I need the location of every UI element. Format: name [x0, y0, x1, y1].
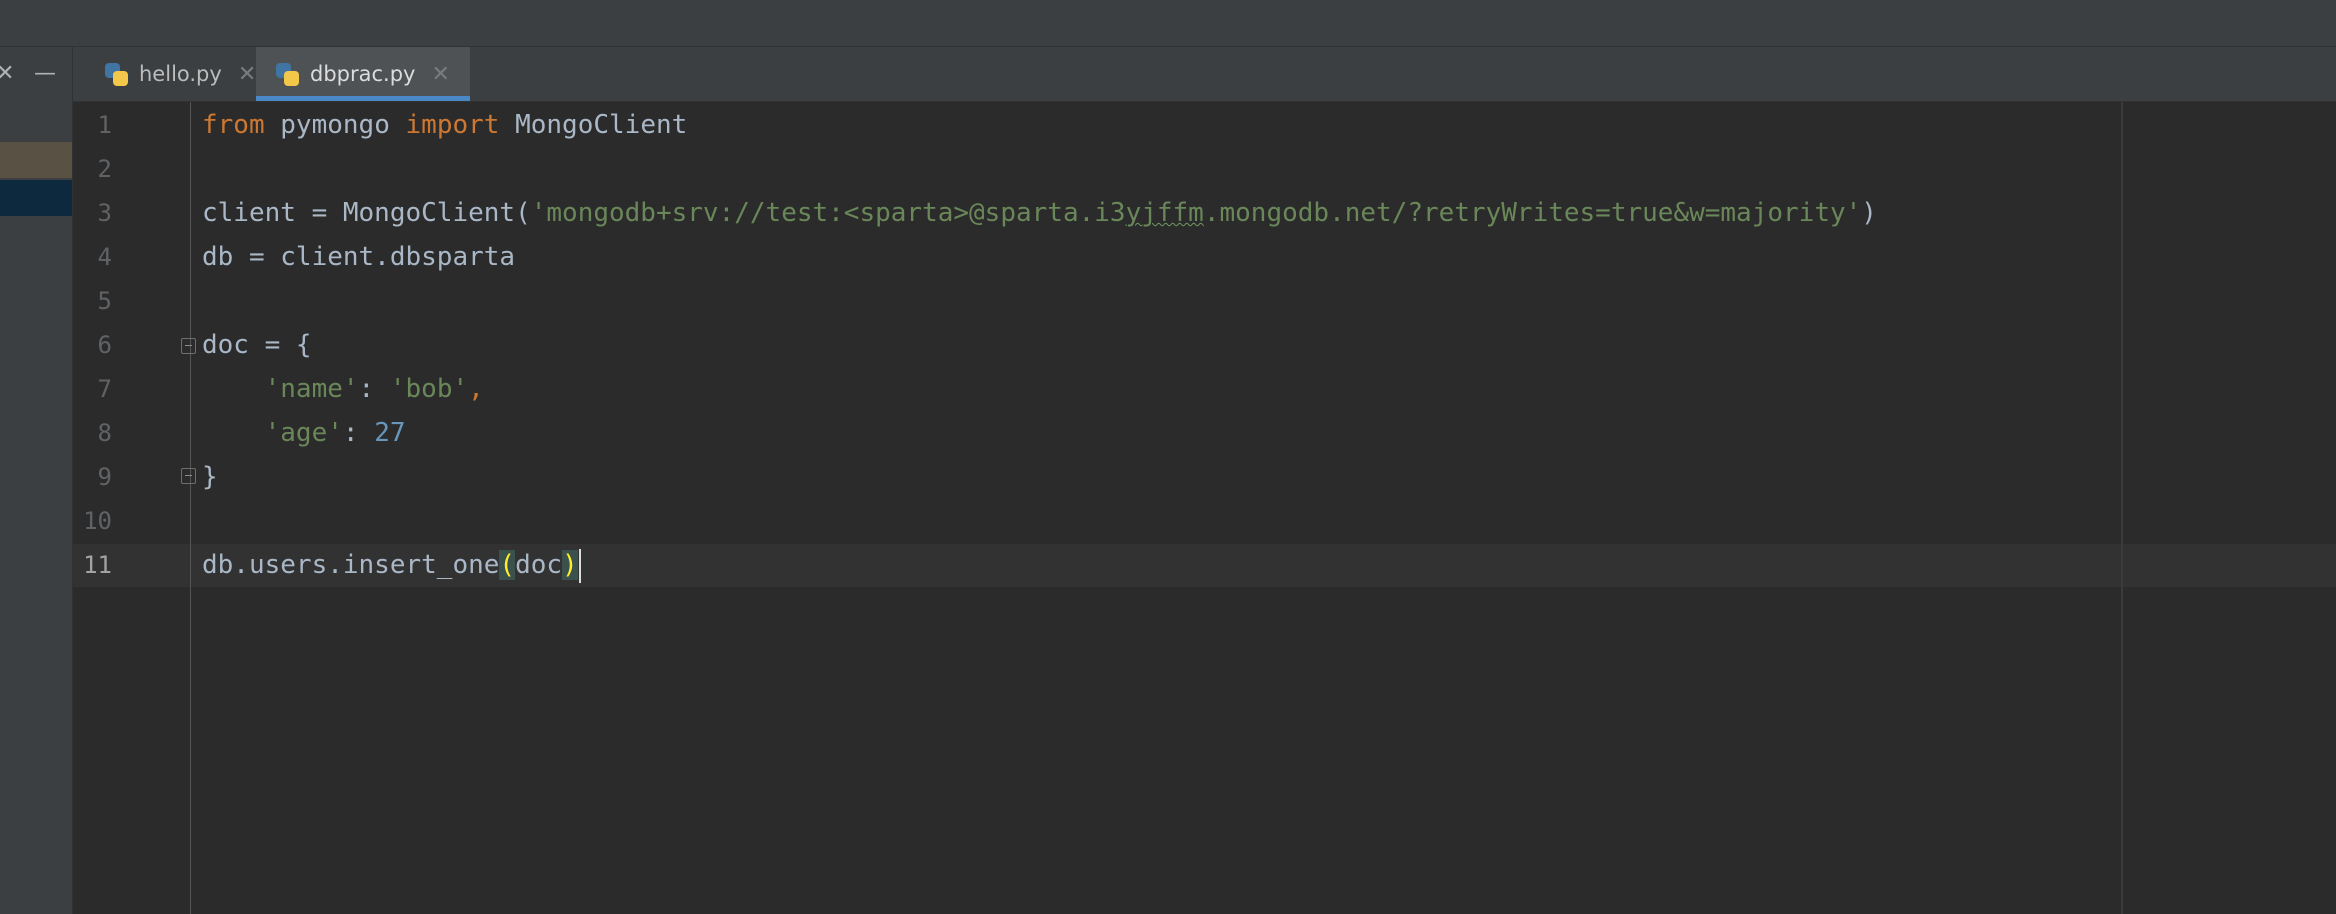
active-tab-indicator: [256, 96, 470, 101]
code-line-8: 'age': 27: [264, 418, 406, 448]
line-number: 1: [97, 111, 112, 139]
matched-paren: ): [562, 550, 578, 580]
tab-label: dbprac.py: [310, 62, 416, 86]
python-file-icon: [274, 61, 300, 87]
line-number: 6: [97, 331, 112, 359]
tab-hello-py[interactable]: hello.py ✕: [95, 47, 276, 101]
gutter-divider: [190, 102, 191, 914]
line-number: 8: [97, 419, 112, 447]
line-number: 5: [97, 287, 112, 315]
text-cursor: [578, 548, 581, 583]
tab-label: hello.py: [139, 62, 222, 86]
project-tree-item-selected[interactable]: [0, 180, 72, 216]
fold-marker-icon[interactable]: [181, 338, 196, 354]
line-number: 3: [97, 199, 112, 227]
right-margin-guide: [2121, 102, 2123, 914]
code-line-3: client = MongoClient('mongodb+srv://test…: [202, 198, 1877, 228]
line-number: 2: [97, 155, 112, 183]
close-icon[interactable]: ✕: [0, 63, 14, 85]
line-number: 9: [97, 463, 112, 491]
minimize-icon[interactable]: —: [34, 63, 56, 85]
code-line-4: db = client.dbsparta: [202, 242, 516, 272]
line-number: 7: [97, 375, 112, 403]
close-tab-icon[interactable]: ✕: [431, 62, 449, 87]
code-line-1: from pymongo import MongoClient: [202, 110, 688, 140]
python-file-icon: [103, 61, 129, 87]
project-tree-item[interactable]: [0, 142, 72, 178]
line-number: 10: [83, 507, 112, 535]
project-sidebar: ✕ —: [0, 47, 73, 914]
tab-dbprac-py[interactable]: dbprac.py ✕: [256, 47, 470, 101]
matched-paren: (: [499, 550, 516, 580]
code-line-11: db.users.insert_one(doc): [202, 543, 581, 587]
code-line-9: }: [202, 462, 218, 492]
fold-marker-icon[interactable]: [181, 468, 196, 484]
code-line-7: 'name': 'bob',: [264, 374, 484, 404]
title-bar: [0, 0, 2336, 47]
editor-tab-bar: hello.py ✕ dbprac.py ✕: [73, 47, 2336, 102]
line-number-current: 11: [83, 551, 112, 579]
close-tab-icon[interactable]: ✕: [238, 62, 256, 87]
code-line-6: doc = {: [202, 330, 312, 360]
line-number: 4: [97, 243, 112, 271]
